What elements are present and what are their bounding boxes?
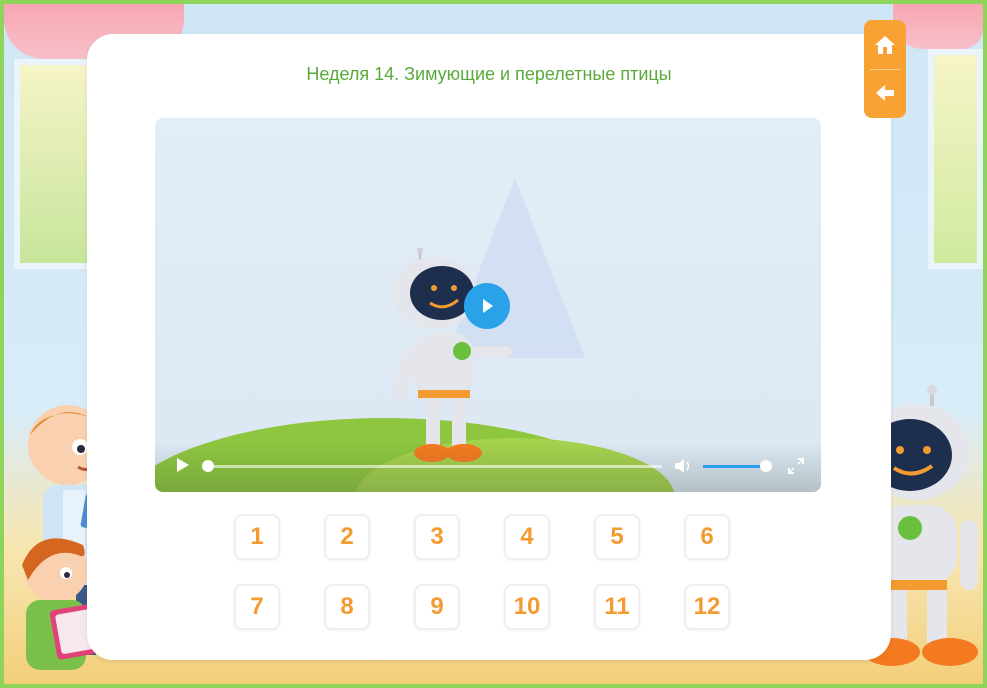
control-play-button[interactable]	[175, 456, 191, 478]
lesson-button-6[interactable]: 6	[684, 514, 730, 560]
lesson-button-1[interactable]: 1	[234, 514, 280, 560]
play-icon	[483, 299, 493, 313]
play-button[interactable]	[464, 283, 510, 329]
lesson-button-7[interactable]: 7	[234, 584, 280, 630]
lesson-button-2[interactable]: 2	[324, 514, 370, 560]
video-controls	[155, 442, 821, 492]
arrow-left-icon	[876, 85, 894, 101]
volume-icon	[675, 459, 690, 473]
back-button[interactable]	[864, 70, 906, 116]
lesson-button-5[interactable]: 5	[594, 514, 640, 560]
lesson-button-12[interactable]: 12	[684, 584, 730, 630]
window-right	[928, 49, 983, 269]
lesson-button-9[interactable]: 9	[414, 584, 460, 630]
volume-slider[interactable]	[703, 465, 767, 468]
lesson-button-11[interactable]: 11	[594, 584, 640, 630]
home-icon	[875, 36, 895, 54]
lesson-button-4[interactable]: 4	[504, 514, 550, 560]
lesson-button-3[interactable]: 3	[414, 514, 460, 560]
volume-button[interactable]	[673, 458, 693, 478]
lesson-button-10[interactable]: 10	[504, 584, 550, 630]
fullscreen-button[interactable]	[787, 457, 805, 479]
fullscreen-icon	[788, 458, 804, 474]
lesson-button-8[interactable]: 8	[324, 584, 370, 630]
progress-bar[interactable]	[207, 465, 662, 468]
page-title: Неделя 14. Зимующие и перелетные птицы	[306, 64, 672, 84]
home-button[interactable]	[864, 22, 906, 68]
progress-handle[interactable]	[202, 460, 214, 472]
nav-panel	[864, 20, 906, 118]
play-icon	[177, 458, 189, 472]
volume-handle[interactable]	[760, 460, 772, 472]
window-left	[14, 59, 94, 269]
curtain-right	[893, 4, 983, 49]
video-player[interactable]	[155, 118, 821, 492]
